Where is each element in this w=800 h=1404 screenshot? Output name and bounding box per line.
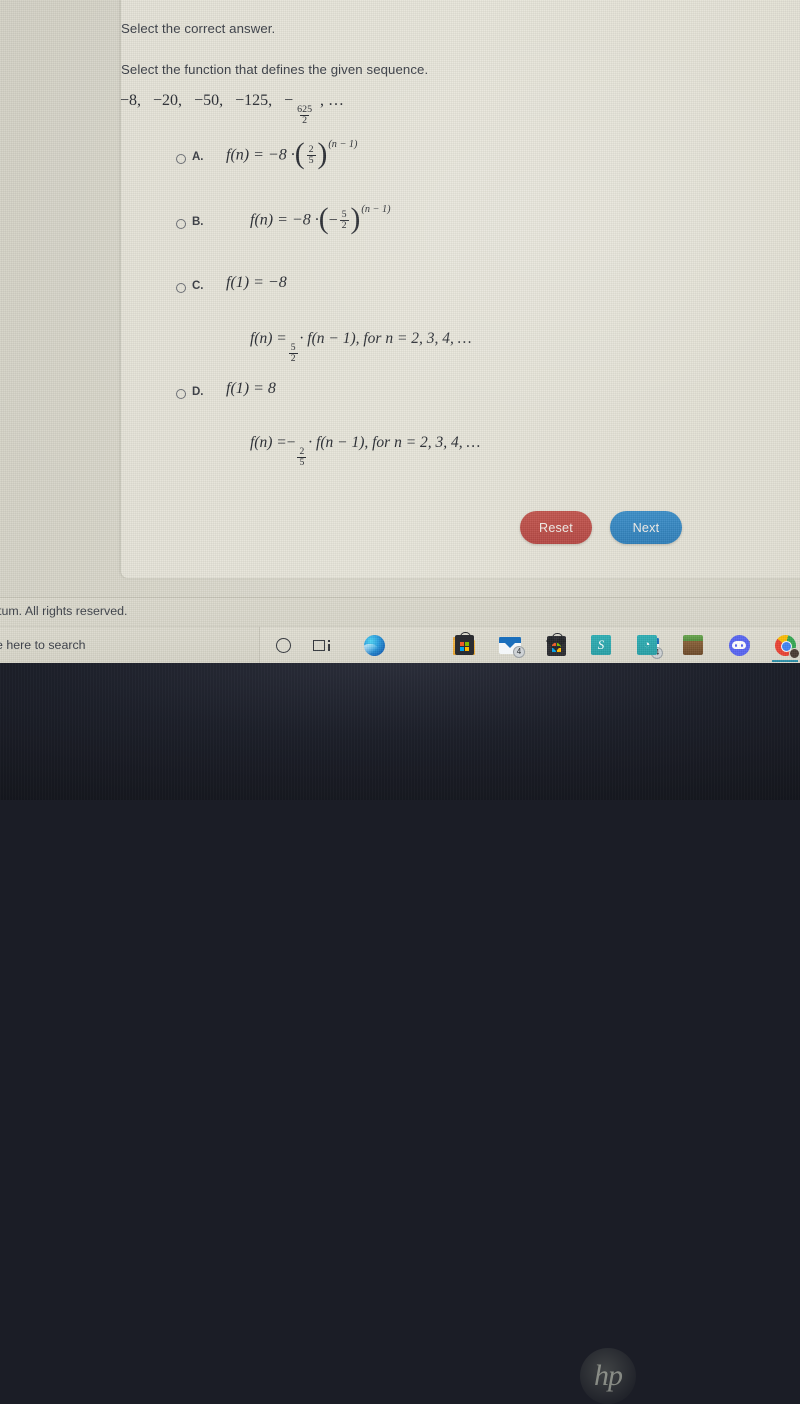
- option-letter-b: B.: [192, 216, 204, 228]
- page-footer: tum. All rights reserved.: [0, 597, 800, 626]
- option-d-initial-term: f(1) = 8: [226, 380, 276, 397]
- option-b-formula: f(n) = −8 ·(−5 2) (n − 1): [250, 203, 391, 236]
- sequence-term-3: −50,: [194, 92, 224, 109]
- radio-button-d[interactable]: [176, 389, 186, 399]
- next-button[interactable]: Next: [610, 511, 682, 544]
- fraction-c: 52: [288, 341, 298, 364]
- radio-button-a[interactable]: [176, 154, 186, 164]
- fraction-d: 25: [297, 445, 307, 468]
- teal-app-icon[interactable]: S: [590, 634, 612, 656]
- fraction-group-b: (−5 2): [318, 203, 361, 236]
- teal-leaf-app-icon[interactable]: ◔: [636, 634, 658, 656]
- option-a-formula: f(n) = −8 ·(2 5) (n − 1): [226, 138, 358, 171]
- browser-viewport: Select the correct answer. Select the fu…: [0, 0, 800, 597]
- mail-icon-2[interactable]: 4: [499, 634, 525, 658]
- question-prompt: Select the function that defines the giv…: [121, 62, 429, 77]
- laptop-screen: Select the correct answer. Select the fu…: [0, 0, 800, 663]
- search-placeholder-text: e here to search: [0, 638, 86, 652]
- sequence-term-5-fraction: 625 2: [297, 104, 313, 127]
- sequence-term-2: −20,: [153, 92, 183, 109]
- taskbar-search-box[interactable]: e here to search: [0, 627, 260, 663]
- sequence-term-4: −125,: [235, 92, 273, 109]
- hp-logo: hp: [580, 1348, 636, 1404]
- fraction-group-a: (2 5): [294, 138, 328, 171]
- option-d-recursive-formula: f(n) =− 2 5 · f(n − 1), for n = 2, 3, 4, …: [250, 434, 481, 468]
- option-c-recursive-formula: f(n) = 5 2 · f(n − 1), for n = 2, 3, 4, …: [250, 330, 472, 364]
- option-letter-d: D.: [192, 386, 204, 398]
- option-letter-a: A.: [192, 151, 204, 163]
- microsoft-edge-icon[interactable]: [364, 635, 386, 657]
- task-view-icon[interactable]: [312, 635, 334, 657]
- question-instruction: Select the correct answer.: [121, 21, 276, 36]
- windows-taskbar: e here to search: [0, 626, 800, 663]
- mail-unread-badge-2: 4: [513, 646, 525, 658]
- dropbox-icon-2[interactable]: [545, 634, 567, 656]
- reset-button[interactable]: Reset: [520, 511, 592, 544]
- laptop-bezel: hp: [0, 663, 800, 1404]
- cortana-icon[interactable]: [272, 635, 294, 657]
- radio-button-b[interactable]: [176, 219, 186, 229]
- sequence-expression: −8, −20, −50, −125, −625 2 , …: [120, 92, 344, 126]
- discord-icon[interactable]: [728, 634, 750, 656]
- sequence-term-1: −8,: [120, 92, 142, 109]
- sequence-term-5-sign: −: [284, 92, 294, 109]
- exponent-b: (n − 1): [361, 204, 391, 216]
- minecraft-icon[interactable]: [682, 634, 704, 656]
- sequence-ellipsis: , …: [320, 92, 345, 109]
- question-card: [121, 0, 800, 578]
- microsoft-store-icon-2[interactable]: [453, 632, 475, 656]
- option-c-initial-term: f(1) = −8: [226, 274, 287, 291]
- copyright-text: tum. All rights reserved.: [0, 604, 128, 618]
- exponent-a: (n − 1): [328, 139, 358, 151]
- laptop-photo: Select the correct answer. Select the fu…: [0, 0, 800, 1404]
- radio-button-c[interactable]: [176, 283, 186, 293]
- google-chrome-icon[interactable]: [772, 634, 800, 662]
- option-letter-c: C.: [192, 280, 204, 292]
